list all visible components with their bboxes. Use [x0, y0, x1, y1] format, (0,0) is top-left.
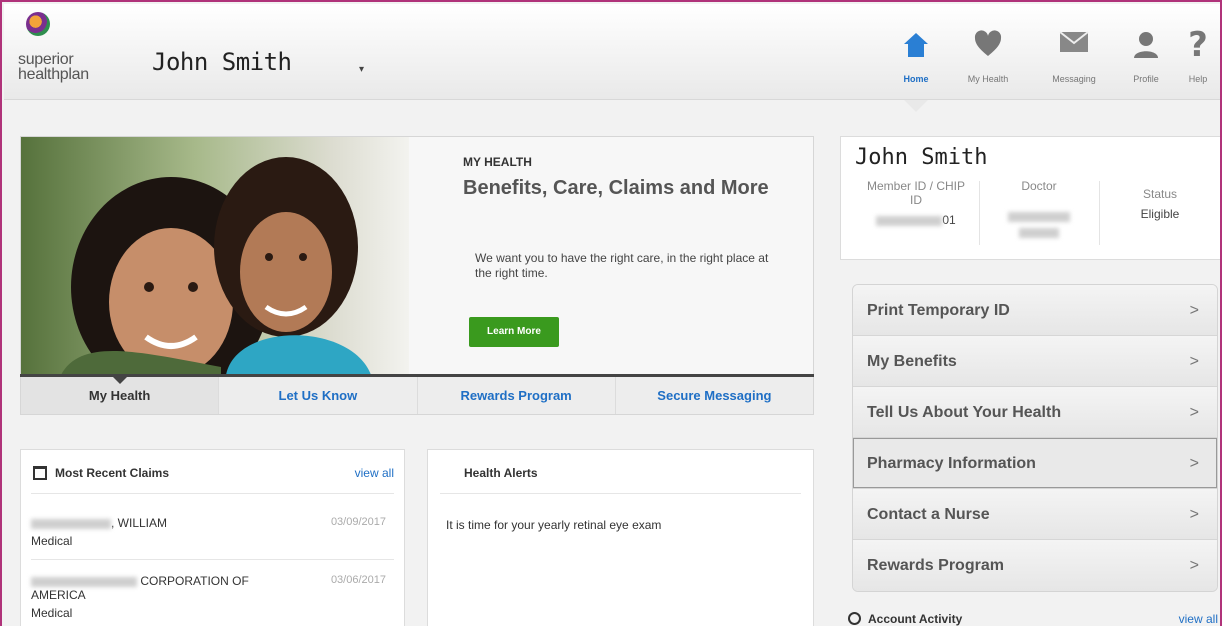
user-menu-caret-icon[interactable]: ▾ — [359, 64, 364, 75]
nav-help-label: Help — [1188, 74, 1208, 84]
nav-active-pointer — [904, 100, 928, 112]
hero-tabs: My Health Let Us Know Rewards Program Se… — [20, 377, 814, 415]
status-label: Status — [1142, 187, 1178, 201]
user-name[interactable]: John Smith — [152, 48, 292, 76]
nav-help[interactable]: ? Help — [1174, 4, 1220, 100]
redacted-text — [876, 215, 943, 226]
tab-my-health[interactable]: My Health — [21, 377, 220, 414]
claim-name: CORPORATION OF AMERICA — [31, 574, 291, 602]
hero-photo — [21, 137, 409, 375]
member-id-column: Member ID / CHIP ID 01 — [861, 179, 971, 227]
chevron-right-icon: > — [1189, 506, 1199, 523]
logo-line-1: superior — [18, 51, 74, 68]
claims-title: Most Recent Claims — [55, 466, 170, 480]
profile-divider — [1099, 181, 1100, 245]
tab-rewards-program[interactable]: Rewards Program — [418, 377, 616, 414]
logo-mark-icon — [26, 12, 50, 36]
doctor-value — [981, 209, 1097, 238]
menu-my-benefits[interactable]: My Benefits > — [853, 336, 1217, 387]
claim-row[interactable]: CORPORATION OF AMERICA Medical 03/06/201… — [31, 562, 394, 620]
menu-item-label: My Benefits — [867, 353, 957, 370]
account-activity-title: Account Activity — [868, 612, 963, 626]
account-activity-header: Account Activity view all — [848, 608, 1218, 626]
member-id-suffix: 01 — [942, 213, 956, 227]
claims-header: Most Recent Claims view all — [31, 464, 394, 494]
doctor-column: Doctor — [981, 179, 1097, 238]
redacted-text — [31, 576, 137, 587]
status-column: Status Eligible — [1101, 179, 1219, 221]
quick-links-menu: Print Temporary ID > My Benefits > Tell … — [852, 284, 1218, 592]
menu-tell-us-about-your-health[interactable]: Tell Us About Your Health > — [853, 387, 1217, 438]
activity-view-all-link[interactable]: view all — [1179, 612, 1218, 626]
logo-line-2: healthplan — [18, 66, 89, 83]
recent-claims-card: Most Recent Claims view all , WILLIAM Me… — [20, 449, 405, 626]
doctor-label: Doctor — [1021, 179, 1057, 193]
alerts-header: Health Alerts — [440, 464, 801, 494]
hero-title: Benefits, Care, Claims and More — [463, 177, 769, 199]
app-frame: superior healthplan John Smith ▾ Home My… — [0, 0, 1222, 626]
menu-item-label: Tell Us About Your Health — [867, 404, 1062, 421]
menu-item-label: Rewards Program — [867, 557, 1004, 574]
redacted-text — [31, 518, 111, 529]
hero-description: We want you to have the right care, in t… — [475, 251, 769, 280]
member-profile-card: John Smith Member ID / CHIP ID 01 Doctor… — [840, 136, 1220, 260]
history-icon — [848, 612, 861, 625]
redacted-text — [1019, 227, 1059, 238]
nav-messaging[interactable]: Messaging — [1030, 4, 1118, 100]
tab-secure-messaging[interactable]: Secure Messaging — [616, 377, 813, 414]
logo-text: superior healthplan — [18, 51, 89, 83]
top-nav: Home My Health Messaging Profile ? Help — [886, 4, 1220, 112]
nav-my-health[interactable]: My Health — [946, 4, 1030, 100]
home-icon — [904, 33, 928, 57]
menu-item-label: Print Temporary ID — [867, 302, 1010, 319]
chevron-right-icon: > — [1189, 302, 1199, 319]
question-icon: ? — [1188, 26, 1208, 60]
nav-profile[interactable]: Profile — [1118, 4, 1174, 100]
menu-print-temporary-id[interactable]: Print Temporary ID > — [853, 285, 1217, 336]
hero-small-title: MY HEALTH — [463, 155, 532, 169]
heart-icon — [974, 30, 1002, 56]
health-alerts-card: Health Alerts It is time for your yearly… — [427, 449, 814, 626]
person-icon — [1134, 32, 1158, 58]
menu-contact-a-nurse[interactable]: Contact a Nurse > — [853, 489, 1217, 540]
mother-daughter-photo-icon — [21, 137, 409, 375]
status-value: Eligible — [1140, 207, 1180, 221]
claim-type: Medical — [31, 534, 73, 548]
redacted-text — [1008, 211, 1070, 222]
nav-home[interactable]: Home — [886, 4, 946, 112]
alert-message: It is time for your yearly retinal eye e… — [446, 518, 662, 532]
claim-name-text: , WILLIAM — [111, 516, 168, 530]
hero-banner: MY HEALTH Benefits, Care, Claims and Mor… — [20, 136, 814, 376]
nav-messaging-label: Messaging — [1052, 74, 1096, 84]
logo[interactable]: superior healthplan — [16, 10, 136, 100]
claims-view-all-link[interactable]: view all — [355, 466, 394, 480]
menu-pharmacy-information[interactable]: Pharmacy Information > — [853, 438, 1217, 489]
alerts-title: Health Alerts — [464, 466, 538, 480]
claim-type: Medical — [31, 606, 73, 620]
claim-date: 03/09/2017 — [330, 516, 386, 528]
menu-rewards-program[interactable]: Rewards Program > — [853, 540, 1217, 591]
nav-profile-label: Profile — [1133, 74, 1159, 84]
header: superior healthplan John Smith ▾ Home My… — [4, 4, 1220, 112]
profile-divider — [979, 181, 980, 245]
chevron-right-icon: > — [1189, 557, 1199, 574]
chevron-right-icon: > — [1189, 404, 1199, 421]
chevron-right-icon: > — [1189, 353, 1199, 370]
nav-my-health-label: My Health — [967, 74, 1009, 84]
nav-home-label: Home — [903, 74, 929, 84]
envelope-icon — [1059, 31, 1089, 52]
svg-text:?: ? — [1188, 26, 1208, 60]
chevron-right-icon: > — [1189, 455, 1199, 472]
menu-item-label: Pharmacy Information — [867, 455, 1036, 472]
calendar-icon — [33, 466, 47, 480]
learn-more-button[interactable]: Learn More — [469, 317, 559, 347]
claim-row[interactable]: , WILLIAM Medical 03/09/2017 — [31, 504, 394, 560]
claim-date: 03/06/2017 — [330, 574, 386, 586]
member-id-label: Member ID / CHIP ID — [866, 179, 965, 207]
member-id-value: 01 — [861, 213, 971, 227]
menu-item-label: Contact a Nurse — [867, 506, 990, 523]
tab-let-us-know[interactable]: Let Us Know — [219, 377, 418, 414]
claim-name: , WILLIAM — [31, 516, 291, 530]
profile-name: John Smith — [855, 145, 988, 170]
